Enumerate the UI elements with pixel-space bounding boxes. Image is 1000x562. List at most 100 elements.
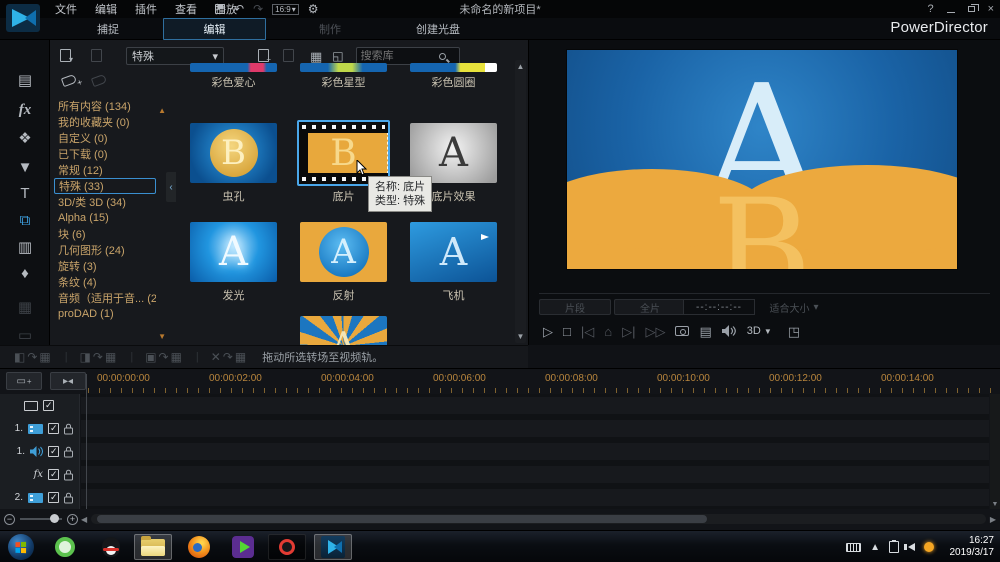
video-track-1-header[interactable]: 1.: [0, 420, 79, 437]
pip-objects-room-icon[interactable]: ❖: [0, 126, 50, 150]
previous-frame-button[interactable]: |◁: [581, 325, 594, 338]
scroll-down-icon[interactable]: ▼: [517, 332, 525, 341]
restore-button[interactable]: [968, 6, 975, 12]
track-enable-checkbox[interactable]: [43, 400, 54, 411]
step-button[interactable]: ⌂: [604, 325, 612, 338]
taskbar-360-browser-icon[interactable]: [46, 534, 84, 560]
snap-markers-button[interactable]: ▸◂: [50, 372, 86, 390]
thumb-reflection[interactable]: A: [300, 222, 387, 282]
track-enable-checkbox[interactable]: [48, 446, 59, 457]
menu-edit[interactable]: 编辑: [86, 1, 126, 17]
settings-gear-icon[interactable]: ⚙: [308, 3, 319, 15]
thumb-negative-effect[interactable]: A: [410, 123, 497, 183]
scroll-right-icon[interactable]: ▶: [990, 515, 996, 524]
tray-expand-icon[interactable]: ▲: [870, 542, 880, 553]
track-manager-row[interactable]: [0, 397, 79, 414]
playhead[interactable]: [86, 374, 87, 509]
scroll-left-icon[interactable]: ◀: [81, 515, 87, 524]
tab-produce[interactable]: 制作: [300, 18, 360, 40]
volume-tray-icon[interactable]: [908, 543, 915, 551]
particle-room-icon[interactable]: ▼: [0, 155, 50, 179]
redo-icon[interactable]: ↷: [253, 3, 263, 15]
aspect-ratio-dropdown[interactable]: 16:9▾: [272, 4, 299, 15]
lock-icon[interactable]: [64, 492, 73, 504]
tracks-vertical-scrollbar[interactable]: ▼: [990, 394, 1000, 509]
play-button[interactable]: ▷: [543, 325, 553, 338]
help-button[interactable]: ?: [927, 4, 933, 15]
thumb-color-star[interactable]: [300, 63, 387, 72]
subtitle-room-icon[interactable]: ▭: [0, 323, 50, 347]
scroll-down-icon[interactable]: ▼: [992, 501, 999, 508]
thumb-color-circle[interactable]: [410, 63, 497, 72]
tab-capture[interactable]: 捕捉: [78, 18, 138, 40]
effect-track-header[interactable]: fx: [0, 466, 79, 483]
track-manager-button[interactable]: ▭+: [6, 372, 42, 390]
category-prodad[interactable]: proDAD (1): [54, 306, 156, 322]
start-button[interactable]: [8, 534, 34, 560]
zoom-slider[interactable]: [20, 518, 62, 520]
3d-mode-dropdown[interactable]: 3D▼: [747, 325, 772, 337]
audio-mixing-room-icon[interactable]: ▥: [0, 235, 50, 259]
volume-speaker-icon[interactable]: [722, 325, 737, 337]
effects-room-icon[interactable]: fx: [0, 98, 50, 122]
download-library-icon[interactable]: ▾: [60, 49, 71, 64]
clip-mode-button[interactable]: 片段: [539, 299, 611, 315]
tab-create-disc[interactable]: 创建光盘: [398, 18, 478, 40]
transition-room-icon[interactable]: ⧉: [0, 208, 50, 232]
zoom-slider-handle[interactable]: [50, 514, 59, 523]
clipboard-tray-icon[interactable]: [889, 541, 899, 553]
track-enable-checkbox[interactable]: [48, 423, 59, 434]
category-block[interactable]: 块 (6): [54, 226, 156, 242]
track-enable-checkbox[interactable]: [48, 469, 59, 480]
close-button[interactable]: ×: [988, 4, 994, 15]
menu-file[interactable]: 文件: [46, 1, 86, 17]
taskbar-player-icon[interactable]: [224, 534, 262, 560]
taskbar-recorder-icon[interactable]: [268, 534, 306, 560]
category-downloaded[interactable]: 已下载 (0): [54, 146, 156, 162]
video-track-2-header[interactable]: 2.: [0, 489, 79, 506]
timecode-display[interactable]: --:--:--:--: [683, 299, 755, 315]
preview-quality-icon[interactable]: ▤: [699, 325, 711, 338]
menu-view[interactable]: 查看: [166, 1, 206, 17]
zoom-out-button[interactable]: −: [4, 514, 15, 525]
category-custom[interactable]: 自定义 (0): [54, 130, 156, 146]
movie-mode-button[interactable]: 全片: [614, 299, 686, 315]
chapter-room-icon[interactable]: ▦: [0, 295, 50, 319]
thumb-airplane[interactable]: A: [410, 222, 497, 282]
voiceover-room-icon[interactable]: ♦: [0, 261, 50, 285]
keyboard-tray-icon[interactable]: [846, 543, 861, 552]
fit-size-dropdown[interactable]: 适合大小▾: [761, 299, 827, 315]
category-3d[interactable]: 3D/类 3D (34): [54, 194, 156, 210]
category-alpha[interactable]: Alpha (15): [54, 210, 156, 226]
category-stripes[interactable]: 条纹 (4): [54, 274, 156, 290]
undock-preview-icon[interactable]: ◳: [788, 325, 800, 338]
audio-track-1-header[interactable]: 1.: [0, 443, 79, 460]
timeline-lanes[interactable]: [81, 394, 989, 509]
thumb-wormhole[interactable]: B: [190, 123, 277, 183]
lock-icon[interactable]: [64, 469, 73, 481]
taskbar-clock[interactable]: 16:27 2019/3/17: [950, 535, 995, 559]
taskbar-powerdirector-icon[interactable]: [314, 534, 352, 560]
add-tag-icon[interactable]: [61, 74, 77, 87]
snapshot-camera-icon[interactable]: [675, 326, 689, 336]
taskbar-explorer-icon[interactable]: [134, 534, 172, 560]
lock-icon[interactable]: [64, 446, 73, 458]
preview-video[interactable]: A B: [566, 49, 958, 270]
thumb-glow[interactable]: A: [190, 222, 277, 282]
scroll-up-icon[interactable]: ▲: [517, 62, 525, 71]
category-geometry[interactable]: 几何图形 (24): [54, 242, 156, 258]
save-icon[interactable]: [215, 4, 225, 14]
category-favorites[interactable]: 我的收藏夹 (0): [54, 114, 156, 130]
track-enable-checkbox[interactable]: [48, 492, 59, 503]
library-scrollbar[interactable]: ▲ ▼: [515, 60, 526, 343]
media-room-icon[interactable]: ▤: [0, 68, 50, 92]
timeline-ruler[interactable]: 00:00:00:00 00:00:02:00 00:00:04:00 00:0…: [88, 369, 1000, 394]
category-general[interactable]: 常规 (12): [54, 162, 156, 178]
category-rotate[interactable]: 旋转 (3): [54, 258, 156, 274]
taskbar-qq-icon[interactable]: [92, 534, 130, 560]
category-all-content[interactable]: 所有内容 (134): [54, 98, 156, 114]
thumb-color-heart[interactable]: [190, 63, 277, 72]
horizontal-scrollbar[interactable]: [91, 514, 986, 524]
next-frame-button[interactable]: ▷|: [622, 325, 635, 338]
taskbar-firefox-icon[interactable]: [180, 534, 218, 560]
